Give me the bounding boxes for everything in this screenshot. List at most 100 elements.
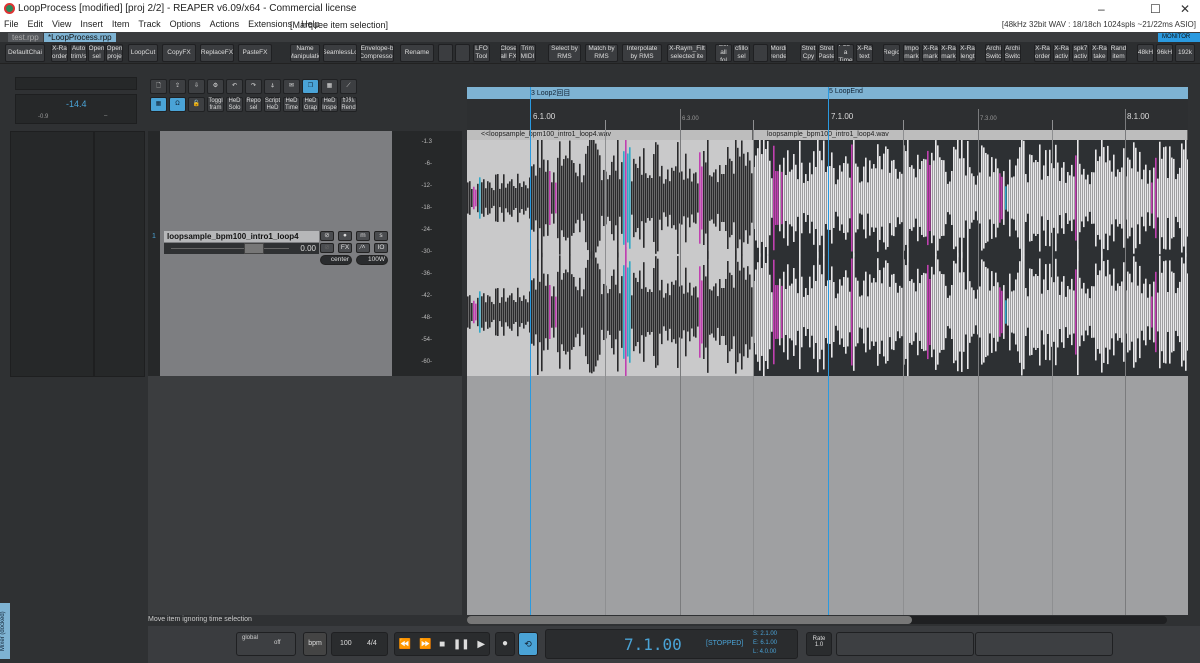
toolbar-button-replacefx[interactable]: ReplaceFX <box>200 44 234 62</box>
mute-button[interactable]: m <box>356 231 370 241</box>
time-display[interactable]: 7.1.00 [STOPPED] S: 2.1.00 E: 6.1.00 L: … <box>545 629 798 659</box>
volume-fader-handle[interactable] <box>244 243 264 254</box>
toolbar-button-spk7-activ[interactable]: spk7 activ <box>1072 44 1089 62</box>
toolbar-button-mordi-rende[interactable]: Mordi rende <box>770 44 787 62</box>
arrange-view[interactable]: 3 Loop2回目 5 LoopEnd 6.1.00 6.3.00 7.1.00… <box>467 87 1188 615</box>
action-button[interactable]: Script HeD <box>264 97 281 112</box>
tempo-display[interactable]: 100 4/4 <box>331 632 388 656</box>
action-button[interactable]: HeD Grap <box>302 97 319 112</box>
toolbar-button-seamlesslo[interactable]: SeamlessLo <box>323 44 357 62</box>
toolbar-button-archi-switc[interactable]: Archi Switc <box>985 44 1002 62</box>
toolbar-button-x-ra-mark[interactable]: X-Ra mark <box>940 44 957 62</box>
toolbar-button-192k[interactable]: 192k <box>1175 44 1195 62</box>
audio-device-info[interactable]: [48kHz 32bit WAV : 18/18ch 1024spls ~21/… <box>1002 20 1196 29</box>
open-icon[interactable]: ⇪ <box>169 79 186 94</box>
grid-toggle-icon[interactable]: ▦ <box>150 97 167 112</box>
toolbar-button-interpolate-by-rms[interactable]: Interpolate by RMS <box>622 44 662 62</box>
item-1-header[interactable]: <<loopsample_bpm100_intro1_loop4.wav <box>467 130 753 140</box>
tab-loopprocess[interactable]: *LoopProcess.rpp <box>44 33 116 42</box>
menu-track[interactable]: Track <box>138 19 160 29</box>
undo-icon[interactable]: ↶ <box>226 79 243 94</box>
toolbar-button-stret-cpy[interactable]: Stret Cpy <box>800 44 817 62</box>
menu-extensions[interactable]: Extensions <box>248 19 292 29</box>
global-automation-button[interactable]: global off <box>236 632 296 656</box>
toolbar-button-48kh[interactable]: 48kH <box>1137 44 1154 62</box>
monitor-fx-badge[interactable]: MONITOR FX <box>1158 33 1200 49</box>
action-button[interactable]: Repo sel <box>245 97 262 112</box>
record-button[interactable]: ● <box>495 632 515 656</box>
action-button[interactable]: HeD Time <box>283 97 300 112</box>
toolbar-button-x-ra-order[interactable]: X-Ra order <box>1034 44 1051 62</box>
solo-button[interactable]: s <box>374 231 388 241</box>
scrollbar-thumb[interactable] <box>467 616 912 624</box>
toolbar-button-x-ra-text[interactable]: X-Ra text <box>856 44 873 62</box>
new-project-icon[interactable]: 🗋 <box>150 79 167 94</box>
menu-item[interactable]: Item <box>112 19 130 29</box>
envelope-icon[interactable]: ✉ <box>283 79 300 94</box>
marker-3[interactable]: 3 Loop2回目 <box>531 88 570 98</box>
bpm-button[interactable]: bpm <box>303 632 327 656</box>
action-button[interactable]: HeD Inspe <box>321 97 338 112</box>
envelope-button[interactable]: ⁄˄ <box>356 243 370 253</box>
toolbar-button-x-ra-lengt[interactable]: X-Ra lengt <box>959 44 976 62</box>
toolbar-button-defaultchai[interactable]: DefaultChai <box>5 44 45 62</box>
toolbar-button-select-by-rms[interactable]: Select by RMS <box>548 44 581 62</box>
toolbar-button-x-ra-mark[interactable]: X-Ra mark <box>922 44 939 62</box>
track-name-field[interactable]: loopsample_bpm100_intro1_loop4 <box>164 231 319 242</box>
record-arm-button[interactable]: ● <box>338 231 352 241</box>
io-button[interactable]: IO <box>374 243 388 253</box>
menu-actions[interactable]: Actions <box>210 19 240 29</box>
toolbar-button-pl9-a-time[interactable]: PL9-a Time <box>837 44 854 62</box>
edit-cursor[interactable] <box>828 87 829 615</box>
minimize-button[interactable]: – <box>1098 2 1105 16</box>
toolbar-button-96kh[interactable]: 96kH <box>1156 44 1173 62</box>
item-2-header[interactable]: loopsample_bpm100_intro1_loop4.wav <box>753 130 1188 140</box>
menu-insert[interactable]: Insert <box>80 19 103 29</box>
toolbar-button-pastefx[interactable]: PasteFX <box>238 44 272 62</box>
toolbar-button-trim-midi[interactable]: Trim MIDI <box>519 44 536 62</box>
toolbar-button-cfillo-sel[interactable]: cfillo sel <box>733 44 750 62</box>
save-icon[interactable]: ⇩ <box>188 79 205 94</box>
record-arm-loop-button[interactable]: ⊘ <box>320 231 334 241</box>
toolbar-button-archi-switc[interactable]: Archi Switc <box>1004 44 1021 62</box>
toolbar-button-x-ra-order[interactable]: X-Ra order <box>51 44 68 62</box>
action-button[interactable]: HeD Solo <box>226 97 243 112</box>
snap-icon[interactable]: ⟋ <box>340 79 357 94</box>
volume-fader[interactable]: 0.00 <box>164 243 319 254</box>
metronome-icon[interactable]: ⍋ <box>264 79 281 94</box>
close-button[interactable]: ✕ <box>1180 2 1190 16</box>
track-control-panel[interactable]: loopsample_bpm100_intro1_loop4 0.00 ⊘ ● … <box>160 131 392 376</box>
stop-icon[interactable]: ■ <box>439 639 445 650</box>
playrate-control[interactable]: Rate 1.0 <box>806 632 832 656</box>
toolbar-button-x-raym-filt-selected-ite[interactable]: X-Raym_Filt selected ite <box>667 44 707 62</box>
pause-icon[interactable]: ❚❚ <box>453 639 470 650</box>
toolbar-button-icon-24[interactable] <box>753 44 768 62</box>
maximize-button[interactable]: ☐ <box>1150 2 1161 16</box>
toolbar-button-impo-mark[interactable]: Impo mark <box>903 44 920 62</box>
fast-forward-icon[interactable]: ⏩ <box>419 639 431 650</box>
fx-button[interactable]: FX <box>338 243 352 253</box>
ripple-icon[interactable]: ❐ <box>302 79 319 94</box>
pan-knob[interactable]: center <box>320 255 352 265</box>
toolbar-button-envelope-b-compressor[interactable]: Envelope-b Compressor <box>360 44 394 62</box>
action-button[interactable]: Toggl fram <box>207 97 224 112</box>
mixer-docked-tab[interactable]: Mixer (docked) <box>0 603 10 659</box>
lock-icon[interactable]: 🔓 <box>188 97 205 112</box>
toolbar-button-open-sel[interactable]: Open sel <box>88 44 105 62</box>
marker-5[interactable]: 5 LoopEnd <box>829 88 863 95</box>
toolbar-button-name-manipulatio[interactable]: Name Manipulatio <box>290 44 320 62</box>
toolbar-button-stret-paste[interactable]: Stret Paste <box>818 44 835 62</box>
menu-options[interactable]: Options <box>170 19 201 29</box>
play-icon[interactable]: ▶ <box>477 639 485 650</box>
toolbar-button-open-proje[interactable]: Open proje <box>106 44 123 62</box>
toolbar-button-close-all-fx[interactable]: Close all FX <box>500 44 517 62</box>
toolbar-button-rand-item[interactable]: Rand item <box>1110 44 1127 62</box>
menu-edit[interactable]: Edit <box>28 19 44 29</box>
rewind-icon[interactable]: ⏪ <box>399 639 411 650</box>
vertical-scrollbar[interactable] <box>1188 130 1200 615</box>
toolbar-button-rename[interactable]: Rename <box>400 44 434 62</box>
toolbar-button-auto-trim-s[interactable]: Auto trim/s <box>70 44 87 62</box>
action-button[interactable]: ｶｽﾀﾑ Rend <box>340 97 357 112</box>
repeat-toggle-icon[interactable]: ⟲ <box>518 632 538 656</box>
redo-icon[interactable]: ↷ <box>245 79 262 94</box>
